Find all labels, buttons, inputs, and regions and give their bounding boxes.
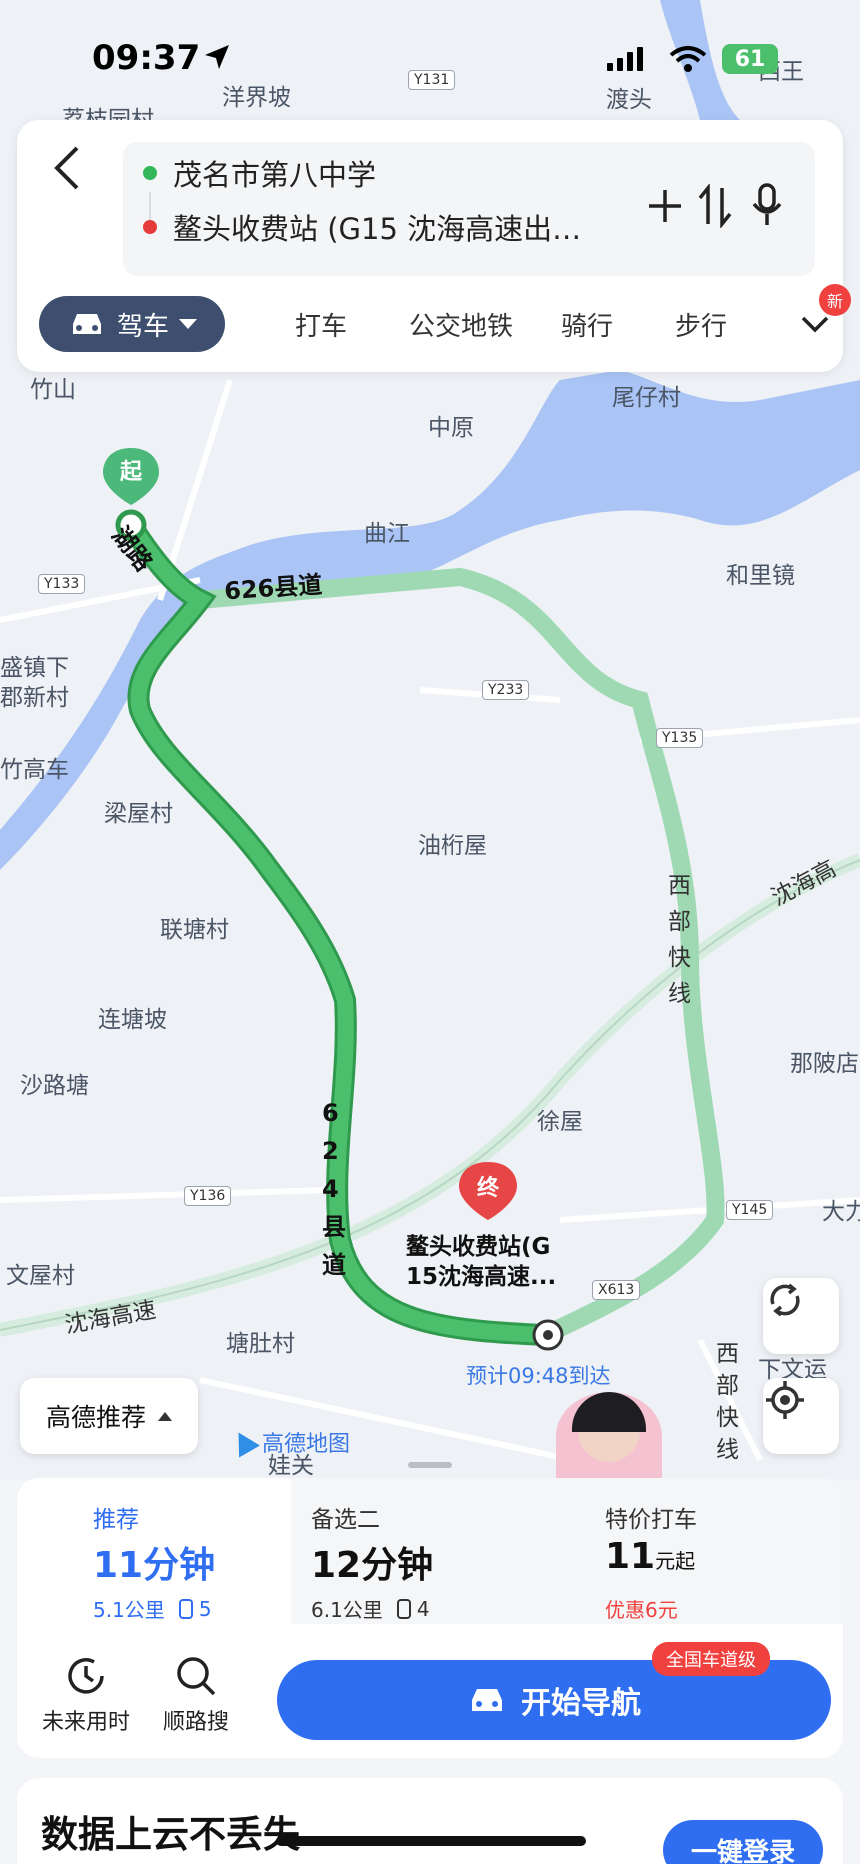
clock-icon <box>68 1658 104 1694</box>
car-icon <box>472 1689 502 1711</box>
clock: 09:37 <box>92 38 201 78</box>
destination-label: 鳌头收费站(G 15沈海高速... <box>406 1234 557 1290</box>
avatar[interactable] <box>556 1392 662 1480</box>
cloud-title: 数据上云不丢失 <box>41 1813 300 1856</box>
refresh-route-button[interactable] <box>763 1278 839 1354</box>
route-option-alt2[interactable]: 备选二 12分钟 6.1公里 4 <box>291 1478 567 1624</box>
amap-logo-icon <box>228 1426 260 1458</box>
place-label: 沙路塘 <box>20 1073 89 1099</box>
locate-icon <box>766 1381 804 1419</box>
place-label: 塘肚村 <box>226 1331 295 1357</box>
locate-button[interactable] <box>763 1378 839 1454</box>
search-icon <box>177 1657 216 1696</box>
place-label: 中原 <box>428 415 474 441</box>
travel-mode-tabs: 驾车 打车 公交地铁 骑行 步行 新 <box>39 284 851 354</box>
route-preference-button[interactable]: 高德推荐 <box>20 1378 198 1454</box>
destination-dot-icon <box>143 220 157 234</box>
microphone-icon[interactable] <box>751 182 783 228</box>
place-label: 和里镜 <box>726 563 795 589</box>
destination-field[interactable]: 鳌头收费站 (G15 沈海高速出… <box>143 206 581 248</box>
route-option-recommended[interactable]: 推荐 11分钟 5.1公里 5 <box>17 1478 291 1624</box>
place-label: 那陂店 <box>790 1051 859 1077</box>
place-label: 竹高车 <box>0 757 69 783</box>
tab-bike[interactable]: 骑行 <box>561 306 613 343</box>
place-label: 徐屋 <box>537 1109 583 1135</box>
new-badge: 新 <box>819 284 851 316</box>
start-marker-label: 起 <box>119 460 142 485</box>
place-label: 曲江 <box>364 521 410 547</box>
place-label: 大力 <box>822 1199 860 1225</box>
road-name-624: 624县道 <box>322 1099 346 1279</box>
refresh-icon <box>770 1283 800 1317</box>
place-label: 联塘村 <box>160 917 229 943</box>
place-label: 盛镇下 <box>0 655 69 681</box>
car-icon <box>72 314 101 334</box>
road-tag: Y136 <box>184 1186 232 1206</box>
place-label: 郡新村 <box>0 685 69 711</box>
wifi-icon <box>669 46 707 72</box>
caret-down-icon <box>179 319 197 329</box>
road-name-west-express: 西部快线 <box>668 873 691 1007</box>
road-tag: X613 <box>592 1280 641 1300</box>
traffic-light-icon <box>396 1598 411 1619</box>
swap-icon[interactable] <box>695 184 735 228</box>
one-click-login-button[interactable]: 一键登录 <box>663 1820 823 1864</box>
road-tag: Y145 <box>726 1200 774 1220</box>
future-time-button[interactable]: 未来用时 <box>31 1654 141 1754</box>
place-label: 尾仔村 <box>612 385 681 411</box>
place-label: 竹山 <box>30 377 76 403</box>
tab-taxi[interactable]: 打车 <box>295 306 347 343</box>
cloud-sync-card: 数据上云不丢失 一键登录 <box>17 1778 843 1864</box>
place-label: 油桁屋 <box>418 833 487 859</box>
location-arrow-icon <box>205 45 229 69</box>
amap-logo: 高德地图 <box>228 1426 350 1458</box>
origin-dot-icon <box>143 166 157 180</box>
add-stop-icon[interactable] <box>645 186 685 226</box>
tab-drive[interactable]: 驾车 <box>39 296 225 352</box>
back-button[interactable] <box>43 138 93 198</box>
status-bar: 09:37 61 <box>0 36 860 86</box>
caret-up-icon <box>158 1411 172 1421</box>
battery-indicator: 61 <box>722 44 778 74</box>
end-marker-label: 终 <box>476 1176 499 1201</box>
route-panel: 推荐 11分钟 5.1公里 5 备选二 12分钟 6.1公里 4 特价打车 11… <box>17 1478 843 1758</box>
along-route-search-button[interactable]: 顺路搜 <box>141 1654 251 1754</box>
origin-field[interactable]: 茂名市第八中学 <box>143 152 376 194</box>
place-label: 梁屋村 <box>104 801 173 827</box>
more-modes-button[interactable]: 新 <box>797 284 851 346</box>
home-indicator[interactable] <box>276 1836 586 1846</box>
cellular-signal-icon <box>607 47 643 71</box>
route-option-taxi[interactable]: 特价打车 11元起 优惠6元 <box>567 1478 843 1624</box>
traffic-light-icon <box>178 1598 193 1619</box>
route-inputs: 茂名市第八中学 鳌头收费站 (G15 沈海高速出… <box>123 142 815 276</box>
road-name-626: 626县道 <box>223 570 324 606</box>
road-tag: Y135 <box>656 728 704 748</box>
lane-level-badge: 全国车道级 <box>652 1642 770 1676</box>
road-tag: Y233 <box>482 680 530 700</box>
eta-label: 预计09:48到达 <box>466 1364 611 1388</box>
road-name-west-express-2: 西部快线 <box>716 1341 739 1463</box>
route-search-card: 茂名市第八中学 鳌头收费站 (G15 沈海高速出… 驾车 打车 公交地铁 骑行 … <box>17 120 851 372</box>
place-label: 文屋村 <box>6 1263 75 1289</box>
tab-walk[interactable]: 步行 <box>675 306 727 343</box>
chevron-left-icon <box>54 146 79 190</box>
sheet-handle[interactable] <box>408 1462 452 1468</box>
road-tag: Y133 <box>38 574 86 594</box>
tab-transit[interactable]: 公交地铁 <box>409 306 513 343</box>
place-label: 连塘坡 <box>98 1007 167 1033</box>
